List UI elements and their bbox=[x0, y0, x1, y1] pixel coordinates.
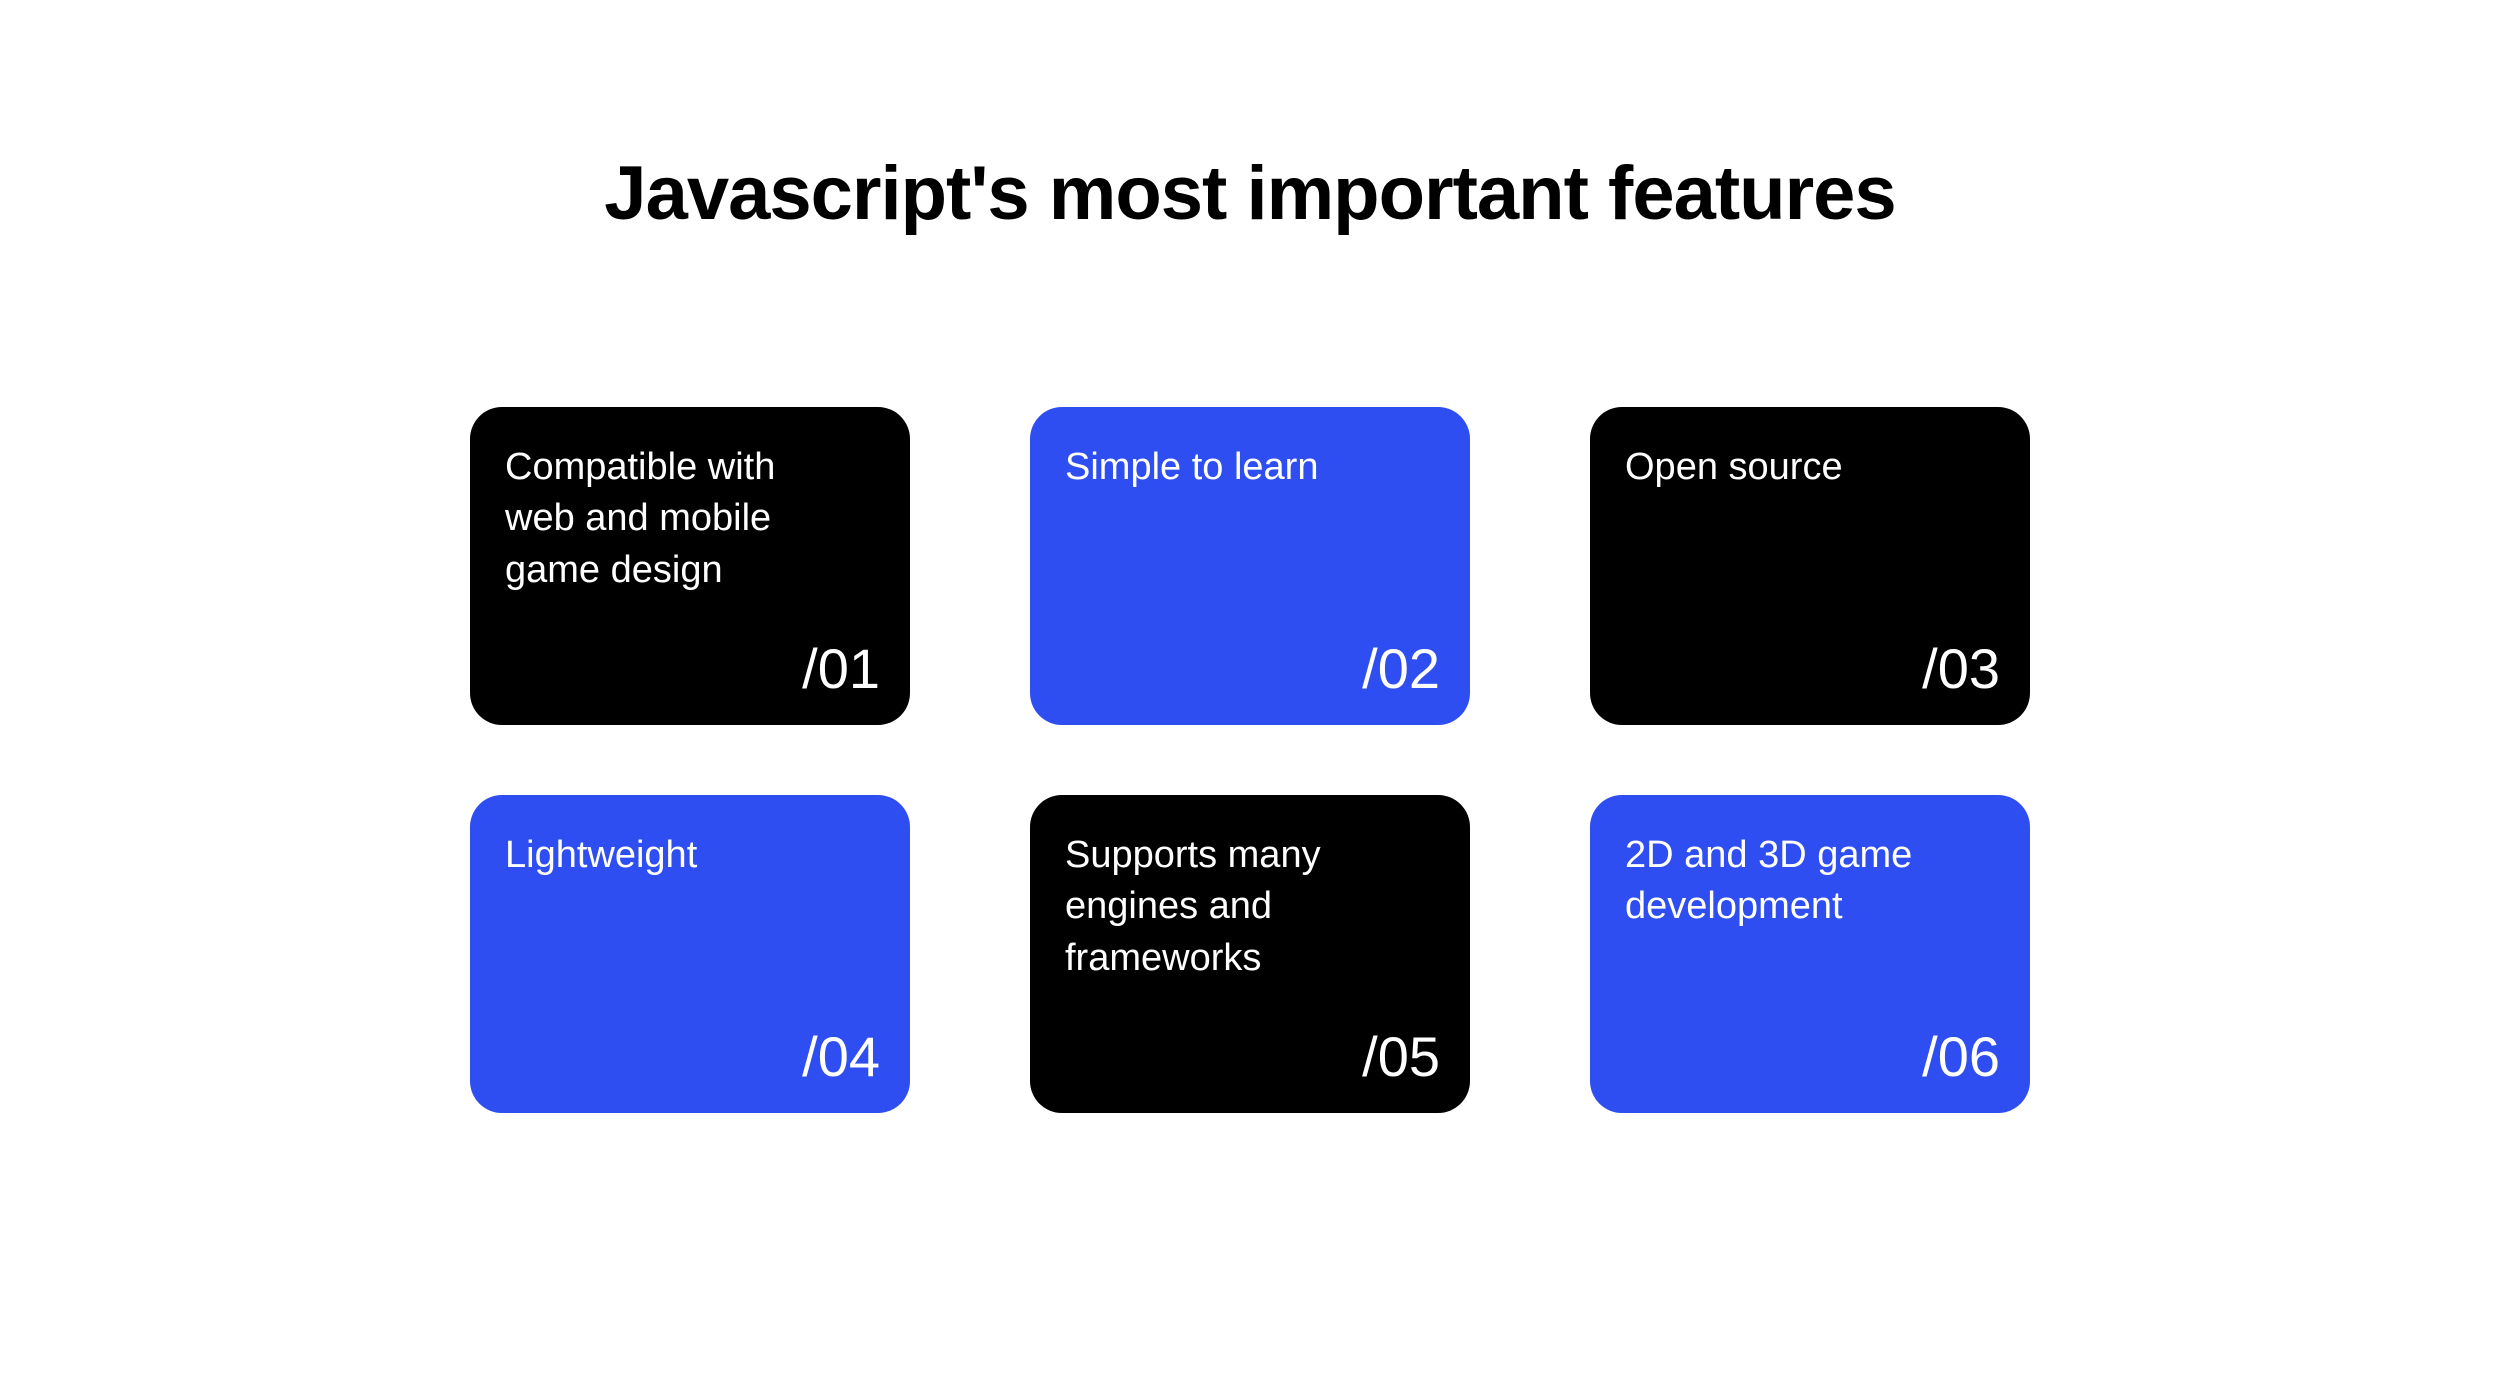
feature-card-05: Supports many engines and frameworks /05 bbox=[1030, 795, 1470, 1113]
feature-text: Compatible with web and mobile game desi… bbox=[505, 442, 815, 596]
feature-number: /04 bbox=[802, 1024, 880, 1089]
feature-card-03: Open source /03 bbox=[1590, 407, 2030, 725]
feature-text: Supports many engines and frameworks bbox=[1065, 830, 1375, 984]
feature-card-02: Simple to learn /02 bbox=[1030, 407, 1470, 725]
page-title: Javascript's most important features bbox=[604, 150, 1895, 237]
feature-card-04: Lightweight /04 bbox=[470, 795, 910, 1113]
feature-number: /01 bbox=[802, 636, 880, 701]
feature-card-01: Compatible with web and mobile game desi… bbox=[470, 407, 910, 725]
feature-number: /03 bbox=[1922, 636, 2000, 701]
feature-number: /06 bbox=[1922, 1024, 2000, 1089]
features-grid: Compatible with web and mobile game desi… bbox=[470, 407, 2030, 1113]
feature-number: /05 bbox=[1362, 1024, 1440, 1089]
feature-text: Open source bbox=[1625, 442, 1935, 493]
feature-text: Simple to learn bbox=[1065, 442, 1375, 493]
feature-card-06: 2D and 3D game development /06 bbox=[1590, 795, 2030, 1113]
feature-text: Lightweight bbox=[505, 830, 815, 881]
feature-number: /02 bbox=[1362, 636, 1440, 701]
feature-text: 2D and 3D game development bbox=[1625, 830, 1935, 933]
